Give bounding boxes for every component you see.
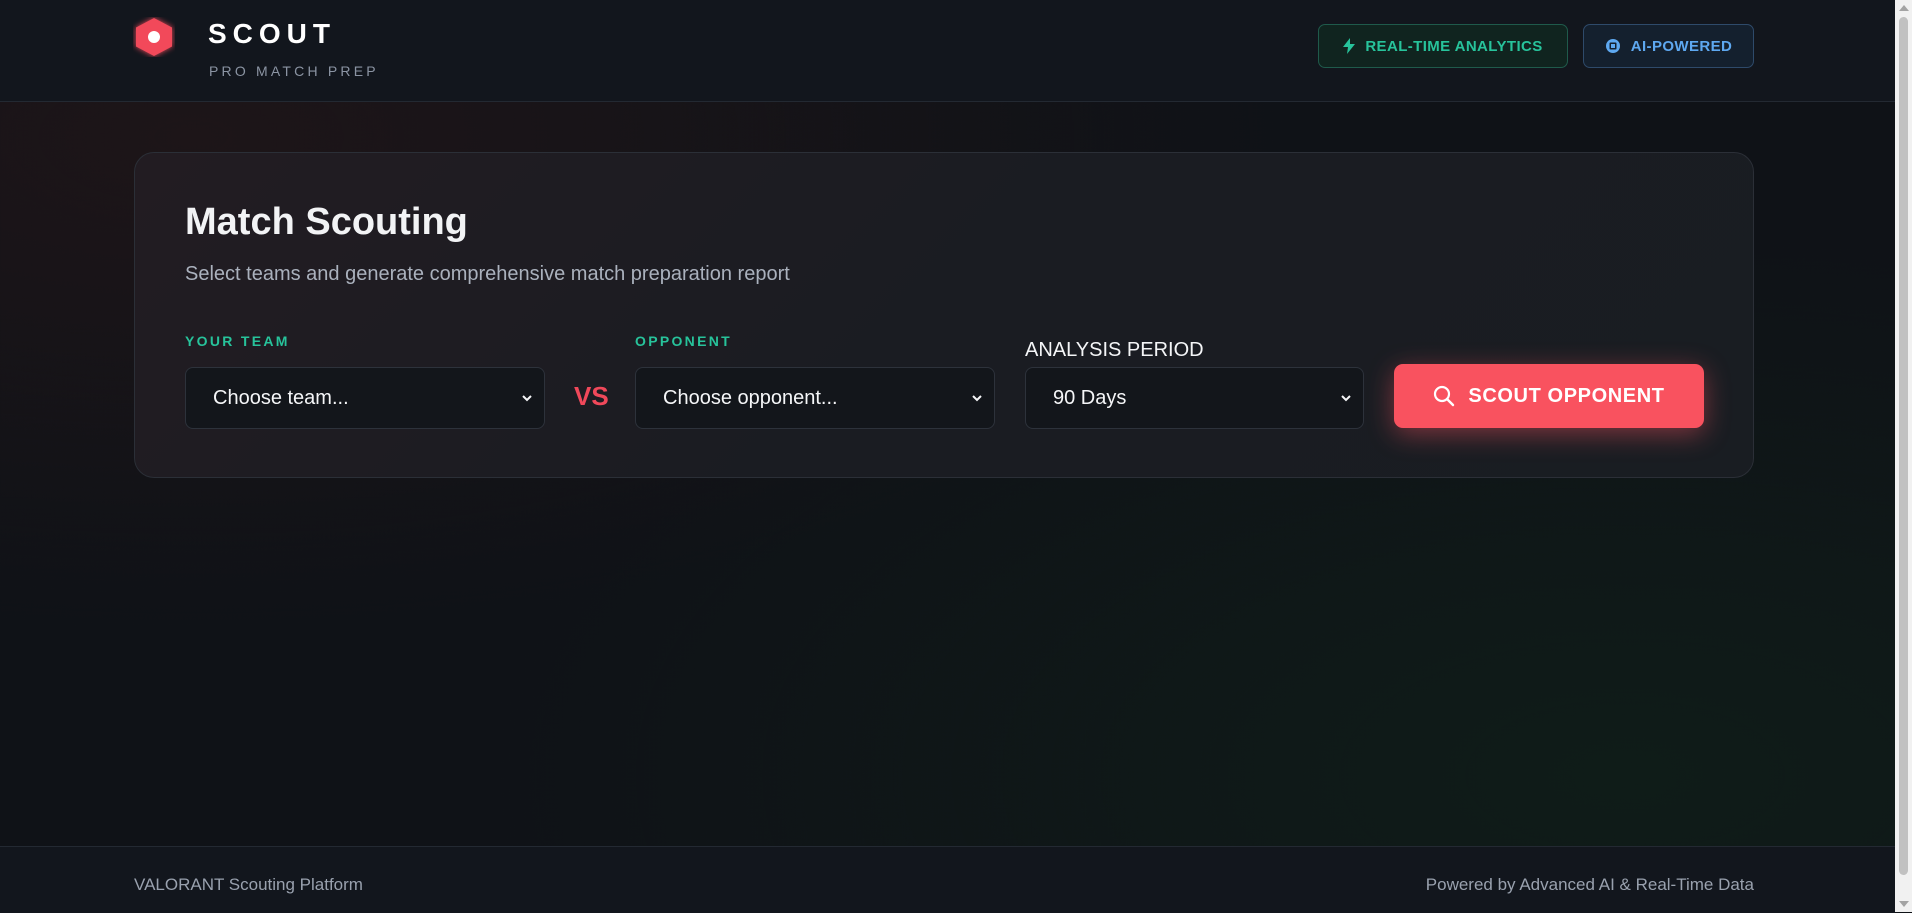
chevron-down-icon: [972, 395, 982, 402]
brand-subtitle: PRO MATCH PREP: [209, 63, 379, 79]
analysis-period-select-value: 90 Days: [1053, 386, 1127, 409]
scout-opponent-button[interactable]: SCOUT OPPONENT: [1394, 364, 1704, 428]
footer: VALORANT Scouting Platform Powered by Ad…: [0, 846, 1895, 913]
scout-button-label: SCOUT OPPONENT: [1468, 384, 1665, 407]
scroll-down-arrow-icon[interactable]: [1899, 901, 1909, 907]
badge-label: AI-POWERED: [1630, 37, 1733, 55]
vertical-scrollbar[interactable]: [1895, 0, 1912, 912]
scrollbar-thumb[interactable]: [1899, 17, 1908, 875]
your-team-select[interactable]: Choose team...: [185, 367, 545, 429]
analysis-period-select[interactable]: 90 Days: [1025, 367, 1364, 429]
lightning-icon: [1343, 38, 1356, 54]
top-header: SCOUT PRO MATCH PREP REAL-TIME ANALYTICS…: [0, 0, 1895, 102]
hexagon-logo-icon: [136, 18, 172, 56]
chevron-down-icon: [522, 395, 532, 402]
opponent-label: OPPONENT: [635, 333, 732, 349]
chevron-down-icon: [1341, 395, 1351, 402]
badge-label: REAL-TIME ANALYTICS: [1365, 37, 1543, 55]
match-scouting-card: Match Scouting Select teams and generate…: [134, 152, 1754, 478]
card-subtitle: Select teams and generate comprehensive …: [185, 263, 790, 285]
your-team-select-value: Choose team...: [213, 386, 349, 409]
opponent-select-value: Choose opponent...: [663, 386, 838, 409]
vs-label: VS: [574, 381, 609, 411]
chip-icon: [1605, 39, 1620, 53]
search-icon: [1434, 385, 1455, 407]
brand-title: SCOUT: [208, 18, 336, 49]
your-team-label: YOUR TEAM: [185, 333, 290, 349]
opponent-select[interactable]: Choose opponent...: [635, 367, 995, 429]
analysis-period-label: ANALYSIS PERIOD: [1025, 339, 1204, 361]
scroll-up-arrow-icon[interactable]: [1899, 5, 1909, 11]
footer-platform-text: VALORANT Scouting Platform: [134, 875, 363, 894]
footer-powered-by-text: Powered by Advanced AI & Real-Time Data: [1425, 875, 1754, 894]
ai-powered-badge: AI-POWERED: [1583, 24, 1754, 68]
card-title: Match Scouting: [185, 201, 468, 243]
real-time-analytics-badge: REAL-TIME ANALYTICS: [1318, 24, 1568, 68]
